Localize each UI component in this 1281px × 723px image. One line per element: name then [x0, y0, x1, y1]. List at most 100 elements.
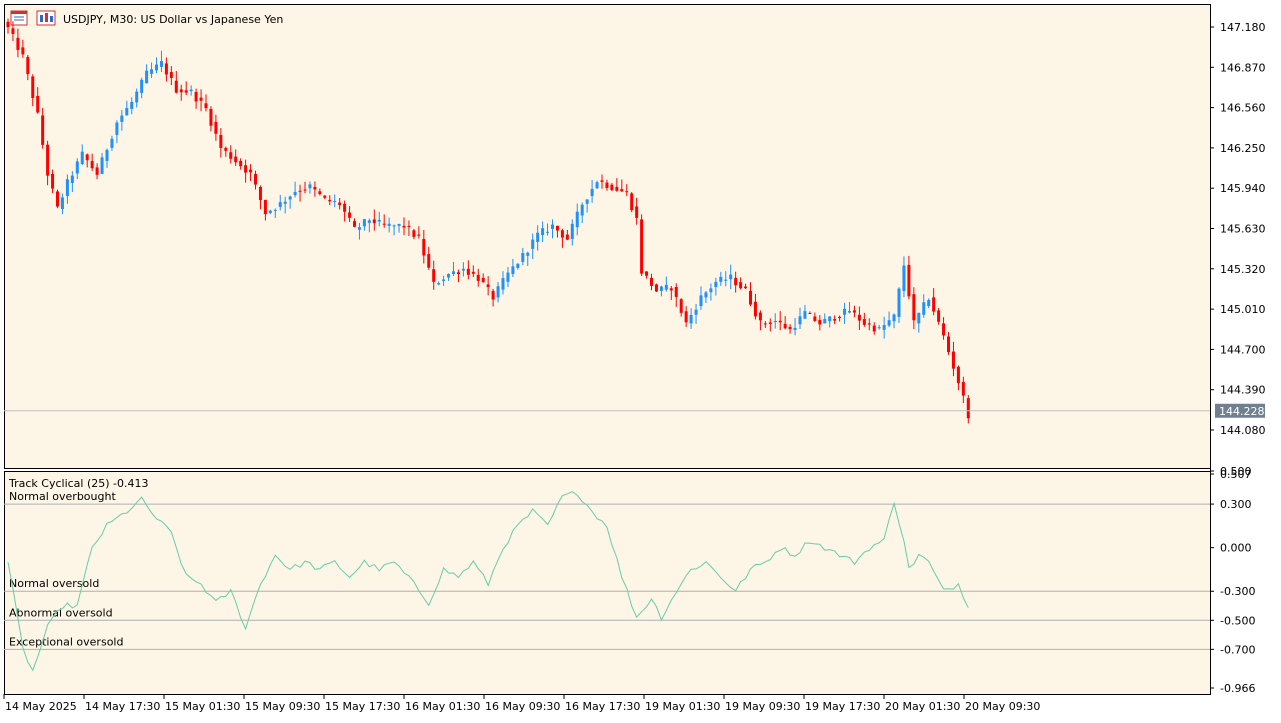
- candle-body: [645, 271, 649, 276]
- time-tick-label: 19 May 01:30: [645, 700, 720, 713]
- candle-body: [551, 224, 554, 229]
- candle-body: [694, 309, 698, 315]
- candle-body: [75, 161, 79, 174]
- candle-body: [328, 199, 332, 202]
- candle-body: [872, 325, 876, 332]
- time-tick-label: 16 May 09:30: [485, 700, 560, 713]
- candle-body: [189, 89, 193, 92]
- candle-body: [536, 232, 540, 242]
- candle-body: [620, 189, 624, 192]
- candle-body: [833, 319, 837, 321]
- candle-body: [942, 323, 946, 336]
- candle-body: [41, 115, 45, 145]
- candle-body: [135, 91, 139, 103]
- candle-body: [546, 231, 550, 233]
- indicator-level-label: Normal overbought: [9, 490, 116, 503]
- candle-body: [650, 277, 653, 286]
- candle-body: [194, 92, 198, 102]
- candle-body: [654, 284, 658, 292]
- candle-body: [852, 310, 856, 313]
- chart-canvas[interactable]: USDJPY, M30: US Dollar vs Japanese Yen 1…: [0, 0, 1281, 723]
- candle-body: [857, 314, 861, 321]
- indicator-tick-label: 0.507: [1220, 468, 1252, 481]
- indicator-tick-label: -0.966: [1220, 682, 1255, 695]
- candle-body: [734, 277, 738, 286]
- candle-body: [902, 265, 906, 291]
- candle-body: [164, 63, 168, 75]
- candle-body: [739, 282, 743, 289]
- candle-body: [843, 308, 847, 315]
- candle-body: [635, 206, 639, 218]
- candle-body: [179, 89, 183, 93]
- candle-body: [664, 284, 668, 290]
- time-tick-label: 15 May 09:30: [245, 700, 320, 713]
- candle-body: [570, 223, 574, 239]
- candle-body: [105, 149, 109, 161]
- candle-body: [575, 211, 579, 228]
- candle-body: [125, 108, 129, 116]
- candle-body: [377, 219, 381, 222]
- candle-body: [758, 312, 762, 321]
- candle-body: [501, 278, 505, 290]
- candle-body: [357, 227, 361, 230]
- time-tick-label: 20 May 09:30: [965, 700, 1040, 713]
- candle-body: [219, 134, 223, 148]
- candle-body: [818, 319, 822, 325]
- candle-body: [26, 56, 30, 75]
- candle-body: [912, 294, 916, 321]
- candle-body: [867, 323, 871, 325]
- candle-body: [466, 268, 470, 275]
- candle-body: [560, 230, 564, 238]
- candle-body: [838, 316, 842, 319]
- candle-body: [956, 366, 960, 384]
- candle-body: [70, 175, 74, 183]
- candle-body: [947, 336, 950, 353]
- indicator-panel-background[interactable]: [4, 472, 1210, 694]
- candle-body: [447, 274, 451, 278]
- candle-body: [555, 225, 559, 231]
- candle-body: [90, 160, 94, 169]
- candle-body: [16, 37, 20, 50]
- price-tick-label: 145.320: [1220, 263, 1266, 276]
- candle-body: [268, 210, 272, 213]
- chart-properties-icon[interactable]: [36, 10, 56, 26]
- candle-body: [318, 191, 322, 195]
- candle-body: [729, 274, 733, 280]
- candle-body: [140, 79, 144, 93]
- indicator-tick-label: -0.500: [1220, 614, 1255, 627]
- candle-body: [724, 279, 728, 281]
- candle-body: [496, 286, 500, 298]
- candle-body: [471, 271, 475, 274]
- symbol-title: USDJPY, M30: US Dollar vs Japanese Yen: [63, 13, 283, 26]
- candle-body: [793, 327, 797, 330]
- candle-body: [338, 202, 342, 206]
- candle-body: [36, 95, 40, 113]
- candle-body: [229, 152, 233, 159]
- candle-body: [442, 279, 446, 281]
- indicator-title: Track Cyclical (25) -0.413: [8, 477, 149, 490]
- candle-body: [402, 225, 406, 228]
- candle-body: [412, 230, 416, 237]
- candle-body: [308, 184, 312, 189]
- candle-body: [313, 186, 317, 190]
- candle-body: [169, 72, 173, 78]
- indicator-y-axis: 0.5000.5070.3000.000-0.300-0.500-0.700-0…: [1210, 465, 1255, 695]
- candle-body: [85, 154, 89, 161]
- candle-body: [382, 223, 386, 225]
- candle-body: [60, 197, 64, 209]
- candle-body: [813, 316, 817, 321]
- candle-body: [100, 157, 104, 174]
- candle-body: [46, 144, 50, 176]
- price-tick-label: 146.870: [1220, 61, 1266, 74]
- candle-body: [343, 203, 347, 212]
- candle-body: [541, 228, 545, 235]
- candle-body: [214, 121, 218, 134]
- time-tick-label: 16 May 17:30: [565, 700, 640, 713]
- indicator-tick-label: 0.000: [1220, 542, 1252, 555]
- price-tick-label: 144.700: [1220, 343, 1266, 356]
- candle-body: [362, 219, 366, 227]
- indicator-tick-label: 0.300: [1220, 498, 1252, 511]
- price-tick-label: 147.180: [1220, 21, 1266, 34]
- price-panel-background[interactable]: [4, 4, 1210, 468]
- candle-body: [778, 320, 782, 323]
